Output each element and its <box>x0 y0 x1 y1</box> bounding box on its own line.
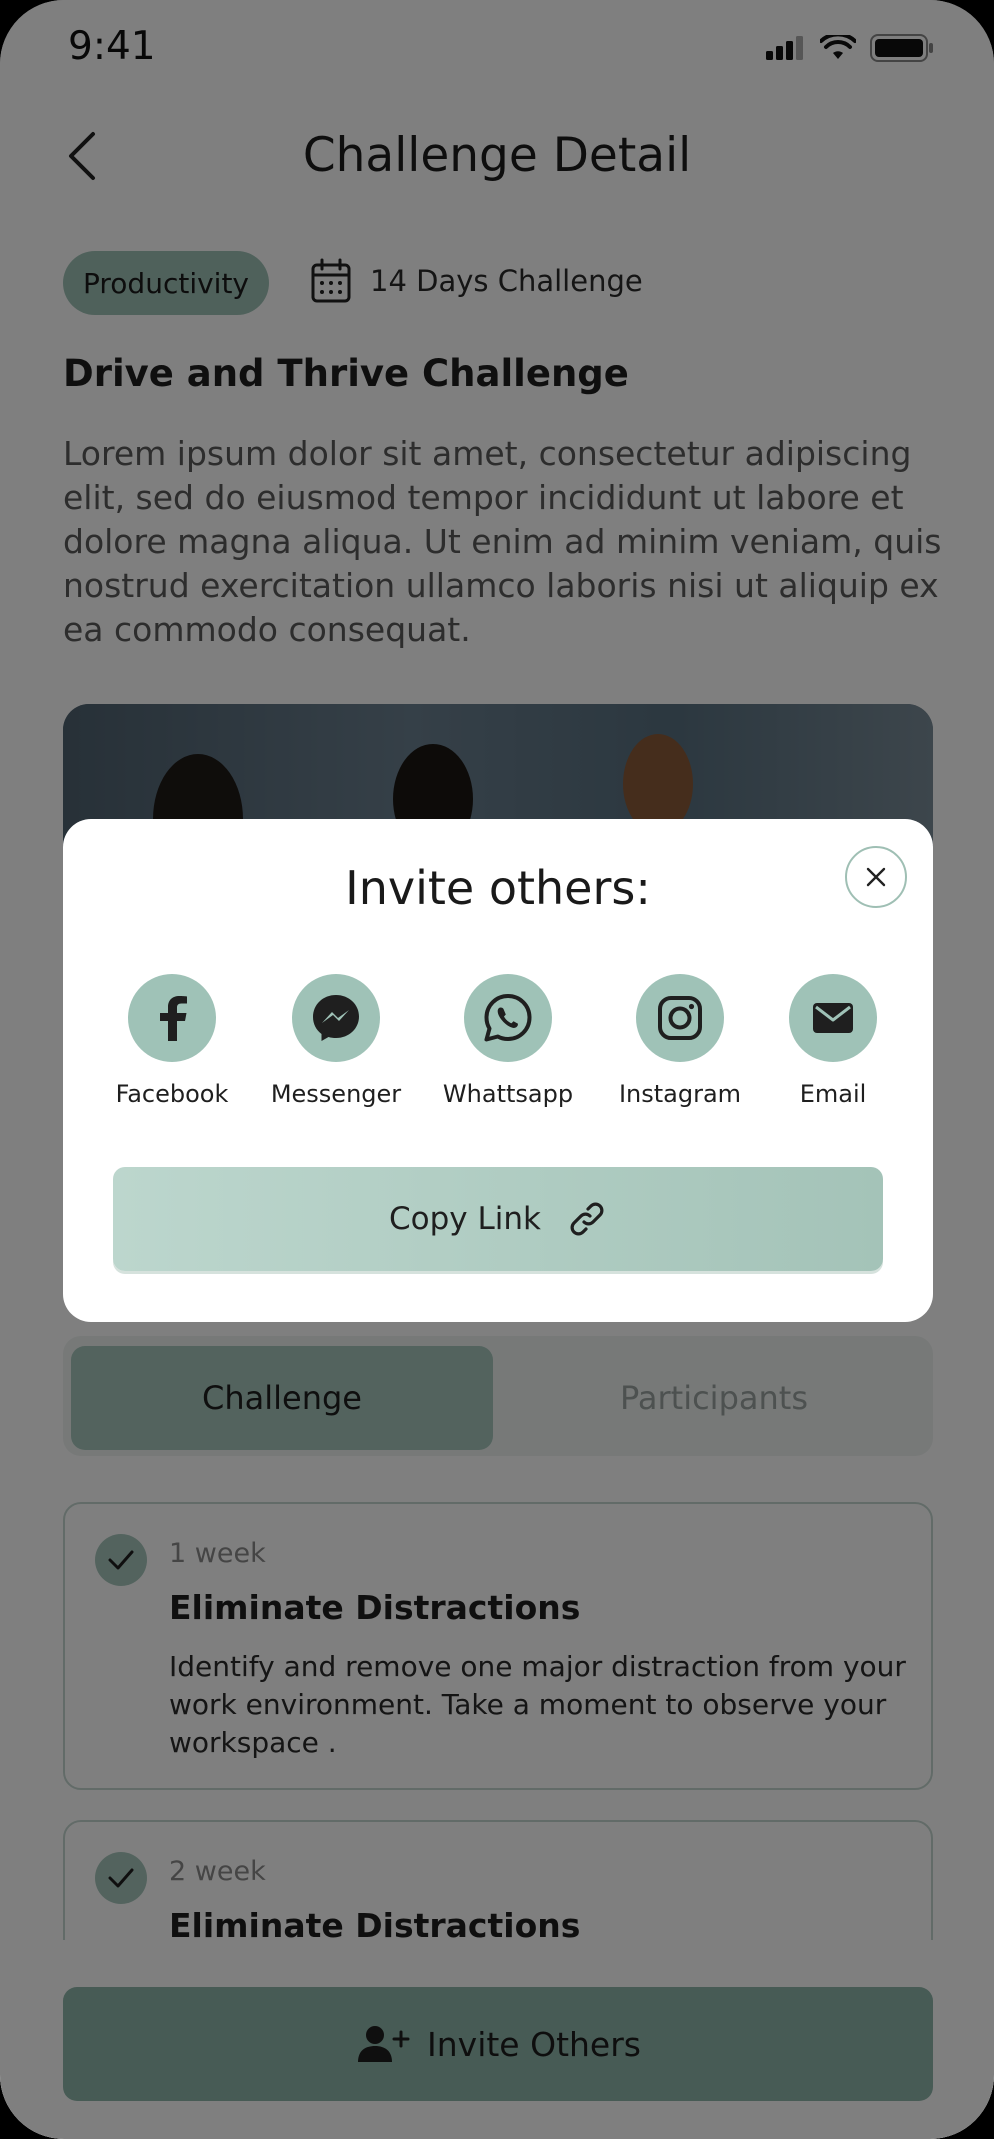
share-instagram[interactable]: Instagram <box>600 974 760 1108</box>
facebook-icon <box>128 974 216 1062</box>
share-label: Instagram <box>618 1080 742 1108</box>
copy-link-button[interactable]: Copy Link <box>113 1167 883 1271</box>
share-whatsapp[interactable]: Whattsapp <box>428 974 588 1108</box>
share-label: Whattsapp <box>442 1080 574 1108</box>
close-button[interactable] <box>845 846 907 908</box>
phone-screen: 9:41 Challenge Detail <box>0 0 994 2139</box>
share-label: Facebook <box>115 1080 229 1108</box>
share-label: Messenger <box>270 1080 402 1108</box>
share-label: Email <box>799 1080 867 1108</box>
invite-modal: Invite others: Facebook Messenger Whatts… <box>63 819 933 1322</box>
instagram-icon <box>636 974 724 1062</box>
share-messenger[interactable]: Messenger <box>256 974 416 1108</box>
modal-title: Invite others: <box>345 861 651 915</box>
close-icon <box>866 867 886 887</box>
messenger-icon <box>292 974 380 1062</box>
link-icon <box>570 1202 604 1236</box>
whatsapp-icon <box>464 974 552 1062</box>
email-icon <box>789 974 877 1062</box>
share-facebook[interactable]: Facebook <box>92 974 252 1108</box>
share-email[interactable]: Email <box>753 974 913 1108</box>
copy-link-label: Copy Link <box>389 1201 541 1237</box>
